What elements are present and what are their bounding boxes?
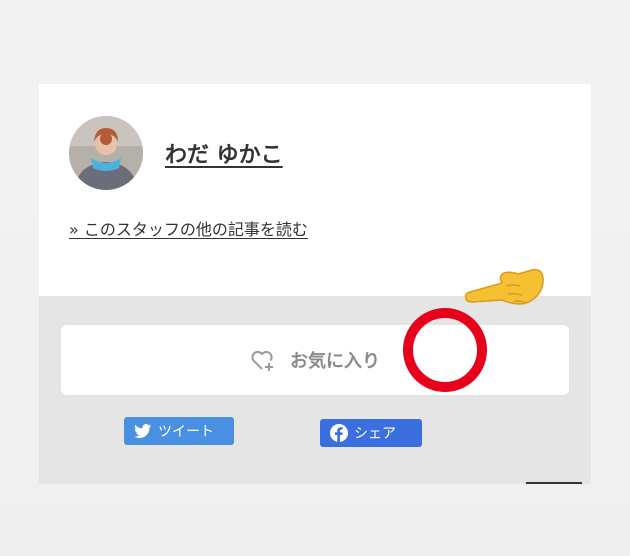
author-block: わだ ゆかこ: [69, 116, 283, 190]
twitter-icon: [134, 423, 152, 439]
favorite-button[interactable]: お気に入り: [61, 325, 569, 395]
more-articles-link[interactable]: » このスタッフの他の記事を読む: [69, 216, 308, 240]
annotation-circle: [403, 308, 487, 392]
tweet-label: ツイート: [158, 424, 214, 440]
facebook-share-label: シェア: [354, 426, 396, 442]
avatar[interactable]: [69, 116, 143, 190]
actions-area: お気に入り ツイート シェア: [39, 296, 591, 484]
divider-line: [526, 482, 582, 484]
favorite-label: お気に入り: [290, 351, 380, 372]
heart-plus-icon: [250, 348, 276, 372]
author-name-link[interactable]: わだ ゆかこ: [165, 137, 283, 169]
facebook-icon: [330, 424, 348, 442]
tweet-button[interactable]: ツイート: [124, 417, 234, 445]
facebook-share-button[interactable]: シェア: [320, 419, 422, 447]
pointing-hand-icon: [462, 262, 546, 314]
